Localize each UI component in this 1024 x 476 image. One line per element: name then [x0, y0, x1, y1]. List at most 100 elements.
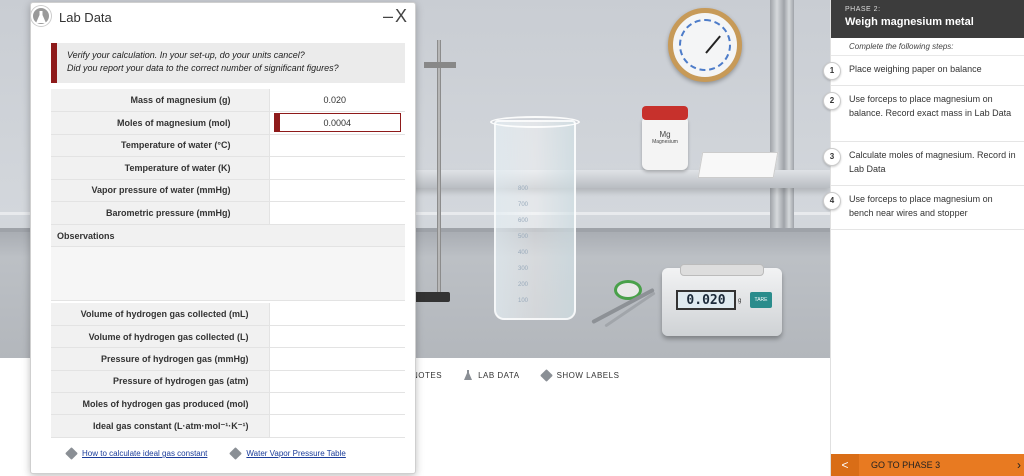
weighing-paper[interactable]	[697, 152, 779, 178]
chevron-left-icon[interactable]: <	[831, 454, 859, 476]
tag-icon	[229, 447, 243, 460]
observations-field[interactable]	[51, 247, 405, 301]
temperature-water-k-field[interactable]	[274, 158, 402, 177]
notes-button[interactable]: NOTES	[412, 371, 442, 380]
step-number: 2	[823, 92, 841, 110]
gas-constant-field[interactable]	[269, 414, 405, 438]
show-labels-button[interactable]: SHOW LABELS	[539, 368, 620, 382]
row-label: Vapor pressure of water (mmHg)	[51, 179, 270, 202]
row-value-cell	[269, 179, 405, 202]
jar-lid	[642, 106, 688, 120]
vapor-pressure-link[interactable]: Water Vapor Pressure Table	[229, 447, 346, 460]
clock-ring	[679, 19, 731, 71]
ring-stand-clamp[interactable]	[424, 62, 456, 68]
row-label: Moles of magnesium (mol)	[51, 111, 270, 135]
row-value-cell	[269, 134, 405, 157]
lab-data-titlebar[interactable]: Lab Data – X	[31, 3, 415, 33]
gas-data-table: Volume of hydrogen gas collected (mL) Vo…	[51, 303, 405, 438]
table-row: Moles of hydrogen gas produced (mol)	[51, 392, 405, 416]
row-label: Mass of magnesium (g)	[51, 89, 270, 112]
beaker-mark: 700	[518, 202, 529, 208]
lab-data-window: Lab Data – X Verify your calculation. In…	[30, 2, 416, 474]
row-label: Ideal gas constant (L·atm·mol⁻¹·K⁻¹)	[51, 414, 270, 438]
wall-clock	[668, 8, 742, 82]
table-row: Mass of magnesium (g) 0.020	[51, 89, 405, 112]
ideal-gas-link-text: How to calculate ideal gas constant	[82, 449, 208, 458]
tare-button[interactable]: TARE	[750, 292, 772, 308]
row-value-cell: 0.0004	[269, 111, 405, 135]
volume-ml-field[interactable]	[269, 303, 405, 326]
table-row: Pressure of hydrogen gas (mmHg)	[51, 347, 405, 371]
balance[interactable]: 0.020 g TARE	[662, 264, 782, 336]
flask-icon	[31, 6, 51, 26]
alert-line: Verify your calculation. In your set-up,…	[67, 50, 305, 60]
ideal-gas-link[interactable]: How to calculate ideal gas constant	[65, 447, 208, 460]
chevron-right-icon[interactable]: ›	[1017, 458, 1024, 472]
phase-header: PHASE 2: Weigh magnesium metal	[831, 0, 1024, 38]
verification-alert: Verify your calculation. In your set-up,…	[51, 43, 405, 83]
moles-magnesium-field[interactable]: 0.0004	[273, 113, 401, 133]
beaker-mark: 300	[518, 266, 529, 272]
beaker-mark: 200	[518, 282, 529, 288]
observations-label: Observations	[51, 225, 405, 247]
ring-stand-rod[interactable]	[437, 40, 441, 296]
balance-pan[interactable]	[680, 264, 764, 276]
vapor-pressure-field[interactable]	[274, 181, 402, 200]
row-label: Pressure of hydrogen gas (mmHg)	[51, 347, 270, 371]
flask-icon	[464, 370, 473, 380]
row-value-cell	[269, 156, 405, 180]
row-label: Moles of hydrogen gas produced (mol)	[51, 392, 270, 416]
step-number: 4	[823, 192, 841, 210]
step-text: Calculate moles of magnesium. Record in …	[849, 150, 1016, 174]
jar-label-name: Magnesium	[652, 139, 678, 145]
step-text: Use forceps to place magnesium on balanc…	[849, 94, 1012, 118]
beaker-mark: 100	[518, 298, 529, 304]
row-label: Barometric pressure (mmHg)	[51, 201, 270, 225]
ring-stand-base[interactable]	[410, 292, 450, 302]
vapor-pressure-link-text: Water Vapor Pressure Table	[246, 449, 346, 458]
table-row: Moles of magnesium (mol) 0.0004	[51, 111, 405, 135]
jar-label-symbol: Mg	[659, 130, 671, 139]
jar-label: Mg Magnesium	[648, 130, 682, 156]
step-item: 1 Place weighing paper on balance	[823, 56, 1024, 86]
beaker[interactable]: 800 700 600 500 400 300 200 100	[490, 116, 580, 320]
barometric-pressure-field[interactable]	[274, 203, 402, 222]
scene-toolbar: NOTES LAB DATA SHOW LABELS	[412, 367, 619, 383]
steps-instruction: Complete the following steps:	[831, 38, 1024, 56]
notes-label: NOTES	[412, 370, 443, 380]
step-number: 1	[823, 62, 841, 80]
go-to-phase-3-button[interactable]: GO TO PHASE 3	[859, 460, 1017, 470]
lab-data-table: Mass of magnesium (g) 0.020 Moles of mag…	[51, 89, 405, 225]
table-row: Pressure of hydrogen gas (atm)	[51, 370, 405, 394]
phase-number: PHASE 2:	[845, 6, 881, 13]
lab-data-button[interactable]: LAB DATA	[464, 370, 520, 380]
moles-hydrogen-field[interactable]	[269, 392, 405, 416]
pressure-atm-field[interactable]	[269, 370, 405, 394]
row-label: Temperature of water (°C)	[51, 134, 270, 157]
volume-l-field[interactable]	[269, 325, 405, 349]
close-icon[interactable]: X	[395, 6, 407, 27]
wall-rail	[770, 0, 784, 232]
magnesium-jar[interactable]: Mg Magnesium	[642, 106, 688, 170]
beaker-rim	[490, 116, 580, 128]
row-value-cell: 0.020	[269, 89, 405, 112]
row-label: Temperature of water (K)	[51, 156, 270, 180]
table-row: Volume of hydrogen gas collected (L)	[51, 325, 405, 349]
step-item: 3 Calculate moles of magnesium. Record i…	[823, 142, 1024, 186]
row-label: Pressure of hydrogen gas (atm)	[51, 370, 270, 394]
beaker-mark: 400	[518, 250, 529, 256]
tag-icon	[65, 447, 78, 460]
phase-footer: < GO TO PHASE 3 ›	[831, 454, 1024, 476]
table-row: Volume of hydrogen gas collected (mL)	[51, 303, 405, 326]
table-row: Temperature of water (K)	[51, 156, 405, 180]
minimize-icon[interactable]: –	[383, 6, 393, 27]
pressure-mmhg-field[interactable]	[269, 347, 405, 371]
phase-title: Weigh magnesium metal	[845, 16, 974, 28]
balance-unit: g	[738, 298, 742, 304]
row-value-cell	[269, 201, 405, 225]
temperature-water-c-field[interactable]	[274, 136, 402, 155]
lab-data-label: LAB DATA	[478, 370, 520, 380]
tag-icon	[539, 368, 553, 382]
row-label: Volume of hydrogen gas collected (L)	[51, 325, 270, 349]
mass-magnesium-field[interactable]: 0.020	[274, 91, 402, 110]
